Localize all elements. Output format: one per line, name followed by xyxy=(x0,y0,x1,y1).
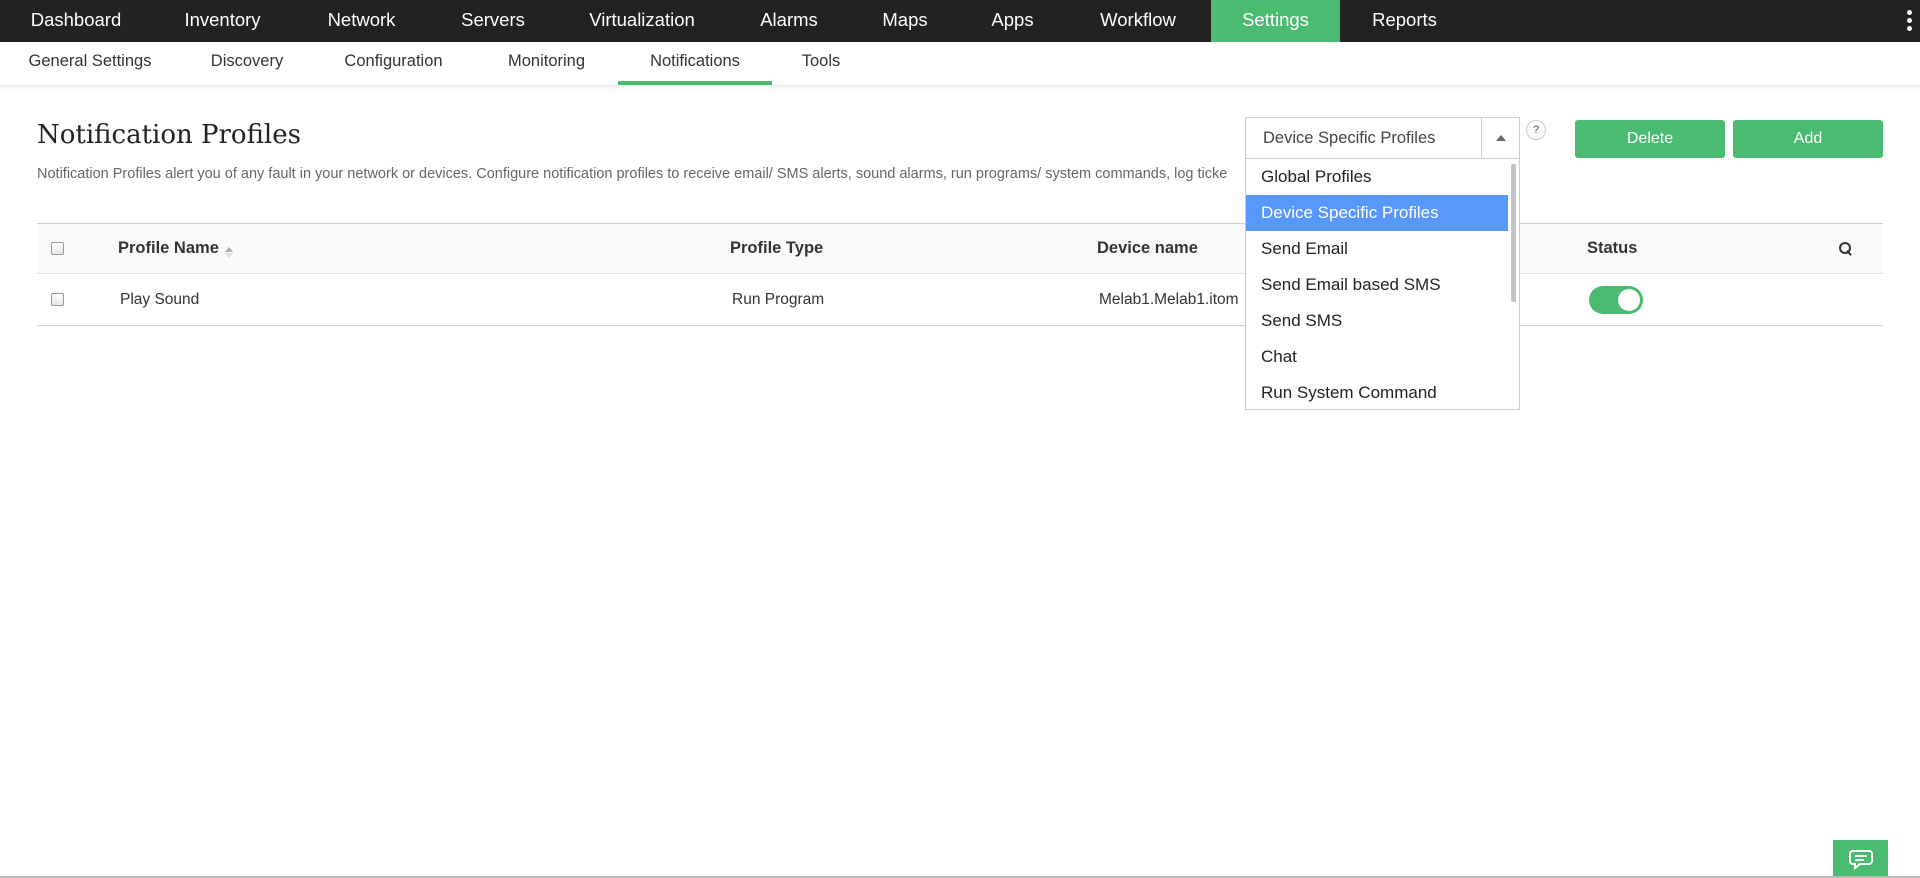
select-all-checkbox[interactable] xyxy=(51,242,64,255)
top-nav: Dashboard Inventory Network Servers Virt… xyxy=(0,0,1920,42)
nav-item-maps[interactable]: Maps xyxy=(864,0,946,42)
option-send-email[interactable]: Send Email xyxy=(1246,231,1508,267)
nav-item-reports[interactable]: Reports xyxy=(1356,0,1453,42)
status-toggle[interactable] xyxy=(1589,285,1643,314)
row-checkbox[interactable] xyxy=(51,293,64,306)
toggle-knob xyxy=(1618,288,1640,311)
sub-nav: General Settings Discovery Configuration… xyxy=(0,42,1920,86)
chat-button[interactable] xyxy=(1833,840,1888,878)
add-button[interactable]: Add xyxy=(1733,120,1883,158)
column-header-status[interactable]: Status xyxy=(1587,224,1637,273)
tab-configuration[interactable]: Configuration xyxy=(336,42,451,85)
tab-monitoring[interactable]: Monitoring xyxy=(495,42,598,85)
page-description: Notification Profiles alert you of any f… xyxy=(37,166,1228,182)
help-icon[interactable]: ? xyxy=(1526,120,1546,140)
profile-type-select[interactable]: Device Specific Profiles xyxy=(1245,117,1520,159)
table-row[interactable]: Play Sound Run Program Melab1.Melab1.ito… xyxy=(37,274,1883,326)
nav-item-dashboard[interactable]: Dashboard xyxy=(13,0,139,42)
tab-notifications[interactable]: Notifications xyxy=(618,42,772,85)
option-send-email-based-sms[interactable]: Send Email based SMS xyxy=(1246,267,1508,303)
column-header-profile-name[interactable]: Profile Name xyxy=(118,224,233,273)
profile-type-select-value: Device Specific Profiles xyxy=(1263,129,1436,147)
dropdown-scrollbar[interactable] xyxy=(1511,164,1516,302)
nav-item-settings[interactable]: Settings xyxy=(1211,0,1340,42)
column-header-profile-type[interactable]: Profile Type xyxy=(730,224,823,273)
select-all-cell xyxy=(51,224,64,273)
page-title: Notification Profiles xyxy=(37,120,301,150)
column-label: Profile Name xyxy=(118,239,219,257)
column-header-device-name[interactable]: Device name xyxy=(1097,224,1198,273)
row-select-cell xyxy=(51,274,64,325)
option-run-system-command[interactable]: Run System Command xyxy=(1246,375,1508,409)
device-name-cell: Melab1.Melab1.itom xyxy=(1099,290,1239,308)
nav-item-workflow[interactable]: Workflow xyxy=(1080,0,1196,42)
tab-discovery[interactable]: Discovery xyxy=(201,42,293,85)
nav-item-servers[interactable]: Servers xyxy=(445,0,541,42)
search-icon[interactable] xyxy=(1839,241,1853,256)
sort-icon[interactable] xyxy=(224,247,233,258)
nav-item-inventory[interactable]: Inventory xyxy=(169,0,276,42)
chat-icon xyxy=(1849,850,1873,871)
nav-item-virtualization[interactable]: Virtualization xyxy=(570,0,714,42)
delete-button[interactable]: Delete xyxy=(1575,120,1725,158)
tab-general-settings[interactable]: General Settings xyxy=(24,42,156,85)
status-cell xyxy=(1589,274,1643,325)
nav-item-alarms[interactable]: Alarms xyxy=(744,0,834,42)
option-device-specific-profiles[interactable]: Device Specific Profiles xyxy=(1246,195,1508,231)
option-chat[interactable]: Chat xyxy=(1246,339,1508,375)
option-global-profiles[interactable]: Global Profiles xyxy=(1246,159,1508,195)
profiles-table: Profile Name Profile Type Device name St… xyxy=(37,223,1883,326)
caret-up-icon[interactable] xyxy=(1481,118,1519,158)
profile-type-cell: Run Program xyxy=(732,290,825,308)
column-search-cell xyxy=(1839,224,1853,273)
option-send-sms[interactable]: Send SMS xyxy=(1246,303,1508,339)
nav-item-network[interactable]: Network xyxy=(307,0,416,42)
profile-name-cell[interactable]: Play Sound xyxy=(120,274,199,325)
kebab-menu-icon[interactable] xyxy=(1902,9,1916,33)
nav-item-apps[interactable]: Apps xyxy=(975,0,1050,42)
tab-tools[interactable]: Tools xyxy=(790,42,852,85)
profile-type-options: Global Profiles Device Specific Profiles… xyxy=(1245,158,1520,410)
table-header: Profile Name Profile Type Device name St… xyxy=(37,223,1883,274)
